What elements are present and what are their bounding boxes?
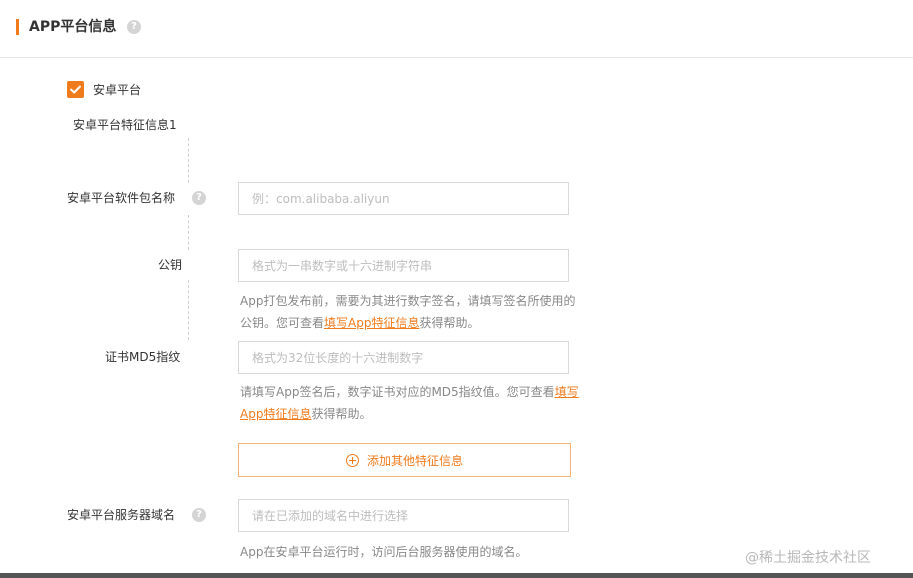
package-name-input[interactable] [238, 182, 569, 215]
section-title: APP平台信息 [29, 19, 117, 35]
public-key-label: 公钥 [158, 258, 183, 272]
help-icon[interactable]: ? [192, 508, 206, 522]
add-feature-info-button[interactable]: 添加其他特征信息 [238, 443, 571, 477]
cert-md5-input[interactable] [238, 341, 569, 374]
watermark: @稀土掘金技术社区 [745, 550, 871, 566]
connector-line [188, 138, 189, 183]
feature-info-help-link[interactable]: 填写App特征信息 [324, 316, 419, 330]
connector-line [188, 215, 189, 250]
help-icon[interactable]: ? [192, 191, 206, 205]
public-key-input[interactable] [238, 249, 569, 282]
accent-bar [16, 19, 19, 35]
package-name-label: 安卓平台软件包名称 [67, 191, 176, 205]
android-platform-label[interactable]: 安卓平台 [93, 82, 141, 98]
plus-circle-icon [345, 453, 359, 467]
help-icon[interactable]: ? [127, 20, 141, 34]
android-platform-checkbox[interactable] [67, 81, 84, 98]
connector-line [188, 280, 189, 340]
hint-text: 获得帮助。 [419, 316, 480, 330]
checkmark-icon [70, 85, 81, 94]
cert-md5-hint: 请填写App签名后，数字证书对应的MD5指纹值。您可查看填写App特征信息获得帮… [240, 381, 580, 425]
server-domain-hint: App在安卓平台运行时，访问后台服务器使用的域名。 [240, 545, 528, 559]
hint-text: 获得帮助。 [311, 407, 372, 421]
add-feature-info-label: 添加其他特征信息 [366, 453, 463, 468]
cert-md5-label: 证书MD5指纹 [105, 350, 181, 364]
bottom-divider [0, 573, 913, 578]
server-domain-label: 安卓平台服务器域名 [67, 508, 176, 522]
hint-text: 请填写App签名后，数字证书对应的MD5指纹值。您可查看 [240, 385, 555, 399]
public-key-hint: App打包发布前，需要为其进行数字签名，请填写签名所使用的公钥。您可查看填写Ap… [240, 290, 580, 334]
feature-group-title: 安卓平台特征信息1 [73, 118, 177, 132]
server-domain-input[interactable] [238, 499, 569, 532]
section-header: APP平台信息 ? [0, 0, 913, 58]
